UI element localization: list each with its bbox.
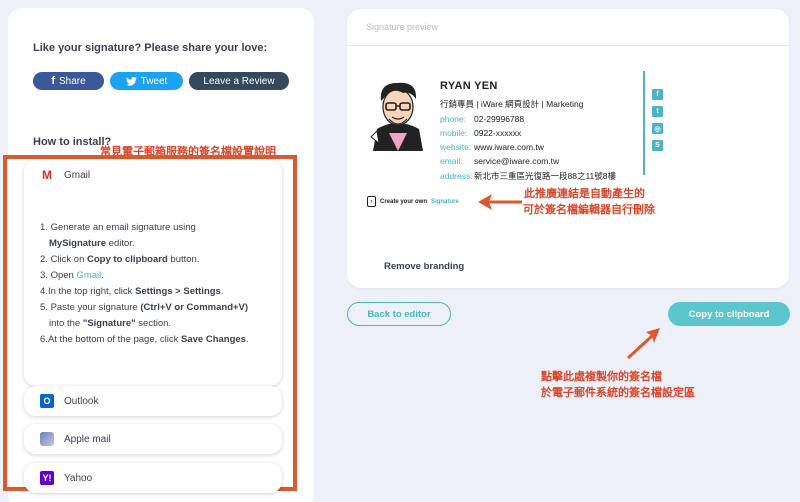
twitter-icon[interactable]: t [652,106,663,117]
signature-name: RYAN YEN [440,80,498,92]
facebook-share-label: Share [58,75,86,87]
client-apple-header[interactable]: Apple mail [40,424,111,454]
share-title: Like your signature? Please share your l… [33,42,268,54]
step-5-cont: into the "Signature" section. [49,318,172,329]
step-6: 6.At the bottom of the page, click Save … [40,334,249,345]
arrow-icon [626,328,660,360]
apple-mail-icon [40,432,54,446]
branding-link[interactable]: › Create your own Signature [367,196,459,207]
yahoo-icon: Y! [40,471,54,485]
signature-logo-icon: › [367,196,376,207]
annotation-branding: 此推廣連結是自動產生的 可於簽名檔編輯器自行刪除 [523,188,655,216]
instagram-icon[interactable]: ◎ [652,123,663,134]
skype-icon[interactable]: S [652,140,663,151]
tweet-label: Tweet [140,75,168,87]
gmail-steps: 1. Generate an email signature using MyS… [40,220,276,348]
client-yahoo[interactable]: Y! Yahoo [24,463,282,493]
client-outlook[interactable]: O Outlook [24,386,282,416]
back-to-editor-button[interactable]: Back to editor [347,302,451,326]
client-yahoo-label: Yahoo [64,472,93,484]
avatar [370,82,423,151]
annotation-copy: 點擊此處複製你的簽名檔 於電子郵件系統的簽名檔設定區 [541,371,695,399]
copy-to-clipboard-button[interactable]: Copy to clipboard [668,302,790,326]
step-1: 1. Generate an email signature using [40,222,196,233]
signature-role: 行銷專員 | iWare 網頁設計 | Marketing [440,99,584,109]
signature-divider [643,71,645,175]
step-3: 3. Open Gmail. [40,270,104,281]
client-apple-mail[interactable]: Apple mail [24,424,282,454]
gmail-link[interactable]: Gmail [76,270,101,281]
signature-email: email: service@iware.com.tw [440,156,560,166]
preview-label: Signature preview [366,22,439,32]
step-2: 2. Click on Copy to clipboard button. [40,254,200,265]
signature-website: website: www.iware.com.tw [440,142,544,152]
remove-branding-button[interactable]: Remove branding [384,261,464,272]
tweet-button[interactable]: Tweet [110,72,183,90]
facebook-icon: f [51,75,55,87]
preview-divider [347,45,789,46]
client-gmail-header[interactable]: M Gmail [40,160,90,190]
facebook-icon[interactable]: f [652,89,663,100]
leave-review-button[interactable]: Leave a Review [189,72,289,90]
client-outlook-header[interactable]: O Outlook [40,386,98,416]
client-apple-label: Apple mail [64,433,111,445]
leave-review-label: Leave a Review [203,75,275,87]
branding-prefix: Create your own [380,198,428,205]
client-yahoo-header[interactable]: Y! Yahoo [40,463,92,493]
arrow-icon [478,194,522,210]
signature-preview-card: Signature preview RYAN YEN 行銷專員 | iWare … [347,9,789,288]
step-4: 4.In the top right, click Settings > Set… [40,286,224,297]
signature-mobile: mobile: 0922-xxxxxx [440,128,522,138]
step-1-cont: MySignature editor. [49,238,135,249]
twitter-icon [125,76,137,86]
facebook-share-button[interactable]: f Share [33,72,104,90]
signature-phone: phone: 02-29996788 [440,114,525,124]
branding-accent: Signature [431,198,459,205]
step-5: 5. Paste your signature (Ctrl+V or Comma… [40,302,249,313]
client-gmail-label: Gmail [64,169,91,181]
gmail-icon: M [42,168,52,182]
outlook-icon: O [40,394,54,408]
signature-address: address:新北市三重區光復路一段88之11號8樓 [440,171,617,181]
client-gmail[interactable]: M Gmail 1. Generate an email signature u… [24,160,282,386]
client-outlook-label: Outlook [64,395,99,407]
